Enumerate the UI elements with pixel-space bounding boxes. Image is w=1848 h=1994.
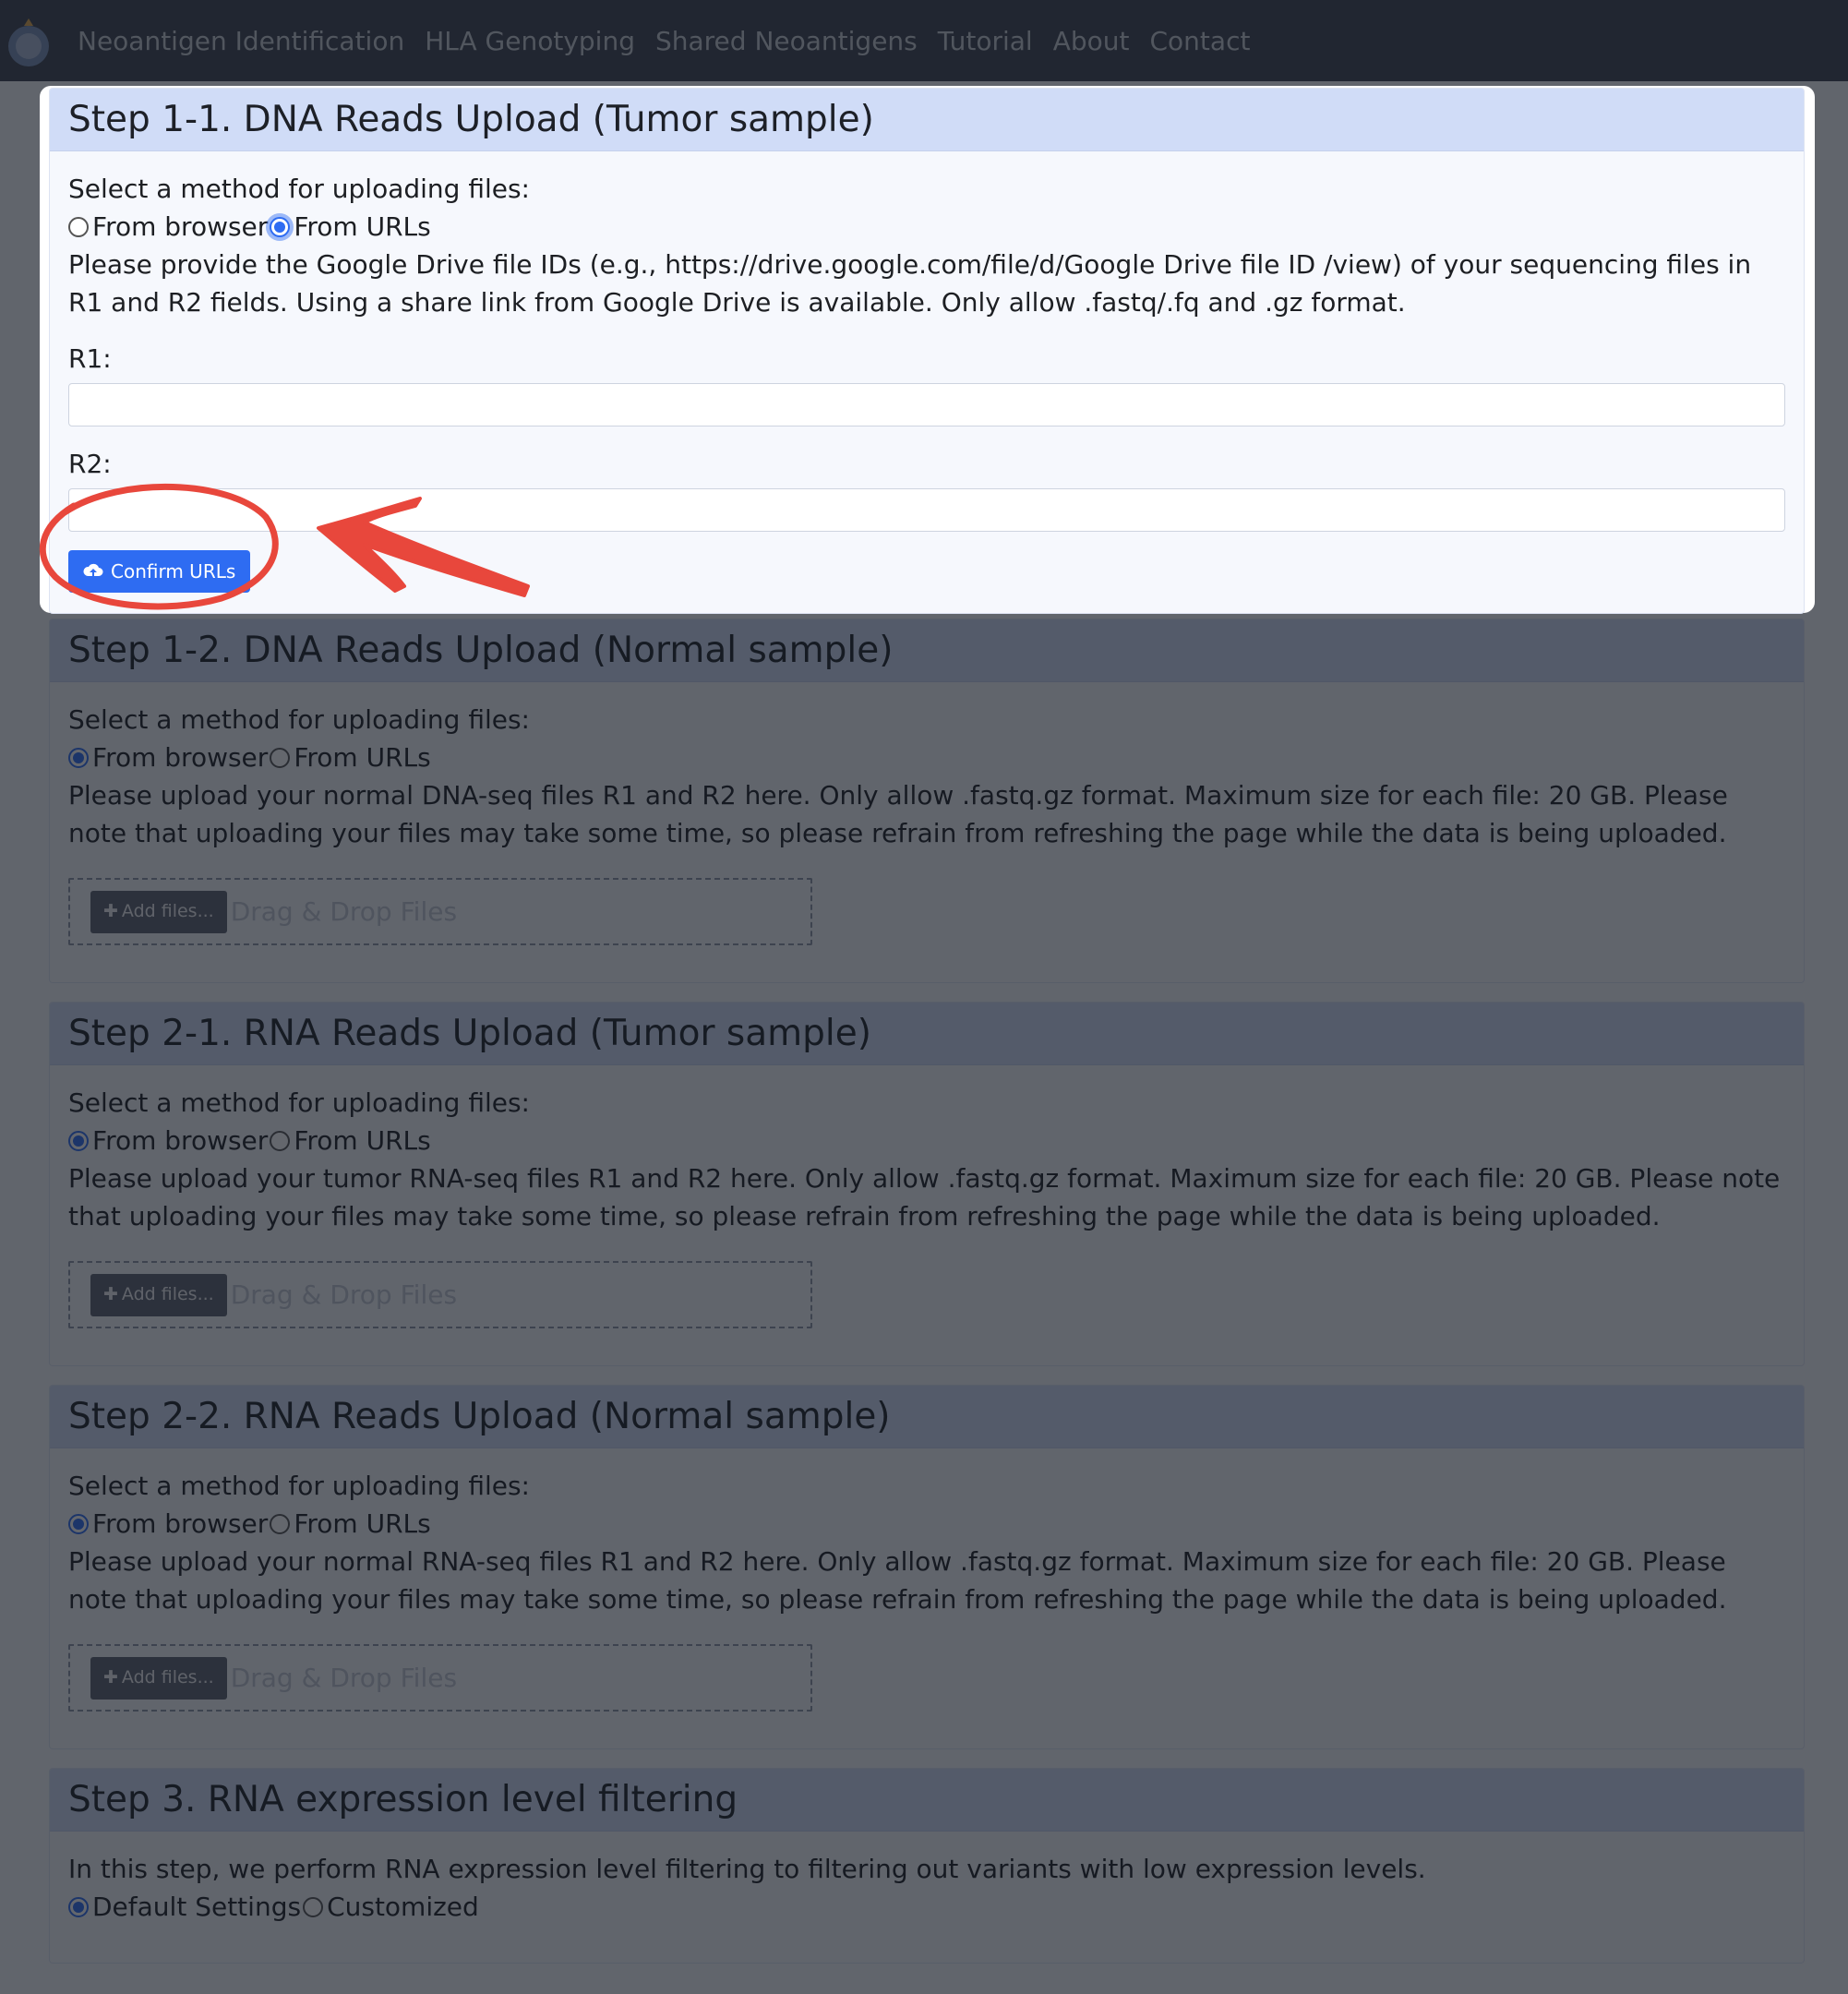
step21-dropzone[interactable]: ✚ Add files... Drag & Drop Files — [68, 1261, 812, 1328]
plus-icon: ✚ — [103, 1284, 118, 1304]
radio-label: From browser — [92, 1508, 269, 1539]
step11-card: Step 1-1. DNA Reads Upload (Tumor sample… — [49, 88, 1805, 614]
drag-drop-text: Drag & Drop Files — [230, 1279, 458, 1310]
radio-button[interactable] — [68, 1896, 89, 1917]
step12-card: Step 1-2. DNA Reads Upload (Normal sampl… — [49, 619, 1805, 983]
step22-instructions: Please upload your normal RNA-seq files … — [68, 1546, 1727, 1615]
step11-method-radios: From browser From URLs — [68, 208, 1785, 246]
radio-button[interactable] — [270, 1130, 291, 1151]
r2-label: R2: — [68, 449, 112, 479]
nav-contact[interactable]: Contact — [1150, 26, 1251, 56]
step11-instructions: Please provide the Google Drive file IDs… — [68, 249, 1752, 318]
step21-radio-urls[interactable]: From URLs — [270, 1122, 432, 1159]
r1-input[interactable] — [68, 383, 1785, 426]
radio-label: From URLs — [294, 211, 431, 242]
radio-label: Customized — [327, 1892, 479, 1922]
step3-card: Step 3. RNA expression level filtering I… — [49, 1768, 1805, 1964]
radio-label: From URLs — [294, 1125, 431, 1156]
radio-button[interactable] — [68, 1130, 89, 1151]
nav-tutorial[interactable]: Tutorial — [938, 26, 1033, 56]
step22-dropzone[interactable]: ✚ Add files... Drag & Drop Files — [68, 1644, 812, 1712]
step11-card-highlighted: Step 1-1. DNA Reads Upload (Tumor sample… — [49, 88, 1805, 632]
confirm-urls-button[interactable]: Confirm URLs — [68, 550, 251, 593]
radio-label: From browser — [92, 742, 269, 773]
plus-icon: ✚ — [103, 1667, 118, 1688]
radio-button[interactable] — [68, 1513, 89, 1534]
nav-menu: Neoantigen Identification HLA Genotyping… — [78, 0, 1250, 81]
step21-card: Step 2-1. RNA Reads Upload (Tumor sample… — [49, 1002, 1805, 1366]
radio-button[interactable] — [68, 747, 89, 768]
step22-title: Step 2-2. RNA Reads Upload (Normal sampl… — [50, 1386, 1804, 1448]
radio-button[interactable] — [270, 1513, 291, 1534]
step22-radio-browser[interactable]: From browser — [68, 1505, 270, 1543]
step21-title: Step 2-1. RNA Reads Upload (Tumor sample… — [50, 1003, 1804, 1065]
step12-dropzone[interactable]: ✚ Add files... Drag & Drop Files — [68, 878, 812, 945]
add-files-label: Add files... — [121, 1284, 214, 1304]
step3-radio-default[interactable]: Default Settings — [68, 1888, 303, 1926]
radio-button[interactable] — [303, 1896, 324, 1917]
app-logo-icon[interactable] — [4, 17, 54, 66]
confirm-urls-label: Confirm URLs — [111, 560, 236, 583]
step11-radio-browser[interactable]: From browser — [68, 208, 270, 246]
step22-method-label: Select a method for uploading files: — [68, 1471, 530, 1501]
step12-method-label: Select a method for uploading files: — [68, 704, 530, 735]
step11-radio-urls[interactable]: From URLs — [270, 208, 432, 246]
r1-label: R1: — [68, 343, 112, 374]
radio-label: From URLs — [294, 742, 431, 773]
step12-method-radios: From browser From URLs — [68, 739, 1785, 776]
step3-title: Step 3. RNA expression level filtering — [50, 1769, 1804, 1832]
step21-method-label: Select a method for uploading files: — [68, 1087, 530, 1118]
nav-neoantigen-identification[interactable]: Neoantigen Identification — [78, 26, 404, 56]
radio-label: Default Settings — [92, 1892, 302, 1922]
radio-button[interactable] — [270, 747, 291, 768]
step22-method-radios: From browser From URLs — [68, 1505, 1785, 1543]
step3-radios: Default Settings Customized — [68, 1888, 1785, 1926]
radio-label: From URLs — [294, 1508, 431, 1539]
step12-add-files-button[interactable]: ✚ Add files... — [90, 890, 227, 933]
step21-radio-browser[interactable]: From browser — [68, 1122, 270, 1159]
step12-radio-urls[interactable]: From URLs — [270, 739, 432, 776]
radio-label: From browser — [92, 1125, 269, 1156]
r2-input[interactable] — [68, 488, 1785, 532]
drag-drop-text: Drag & Drop Files — [230, 896, 458, 927]
nav-hla-genotyping[interactable]: HLA Genotyping — [425, 26, 635, 56]
add-files-label: Add files... — [121, 901, 214, 921]
add-files-label: Add files... — [121, 1667, 214, 1688]
radio-button[interactable] — [270, 216, 291, 237]
step22-add-files-button[interactable]: ✚ Add files... — [90, 1656, 227, 1700]
cloud-upload-icon — [83, 563, 103, 578]
step21-method-radios: From browser From URLs — [68, 1122, 1785, 1159]
step22-radio-urls[interactable]: From URLs — [270, 1505, 432, 1543]
drag-drop-text: Drag & Drop Files — [230, 1663, 458, 1693]
top-navbar: Neoantigen Identification HLA Genotyping… — [0, 0, 1848, 81]
step3-radio-customized[interactable]: Customized — [303, 1888, 481, 1926]
step11-title: Step 1-1. DNA Reads Upload (Tumor sample… — [50, 89, 1804, 151]
radio-button[interactable] — [68, 216, 89, 237]
step21-instructions: Please upload your tumor RNA-seq files R… — [68, 1163, 1781, 1231]
step21-add-files-button[interactable]: ✚ Add files... — [90, 1273, 227, 1316]
step12-radio-browser[interactable]: From browser — [68, 739, 270, 776]
radio-label: From browser — [92, 211, 269, 242]
plus-icon: ✚ — [103, 901, 118, 921]
step22-card: Step 2-2. RNA Reads Upload (Normal sampl… — [49, 1385, 1805, 1749]
step12-instructions: Please upload your normal DNA-seq files … — [68, 780, 1728, 848]
nav-about[interactable]: About — [1053, 26, 1130, 56]
nav-shared-neoantigens[interactable]: Shared Neoantigens — [655, 26, 918, 56]
step3-instructions: In this step, we perform RNA expression … — [68, 1854, 1426, 1884]
step11-method-label: Select a method for uploading files: — [68, 174, 530, 204]
